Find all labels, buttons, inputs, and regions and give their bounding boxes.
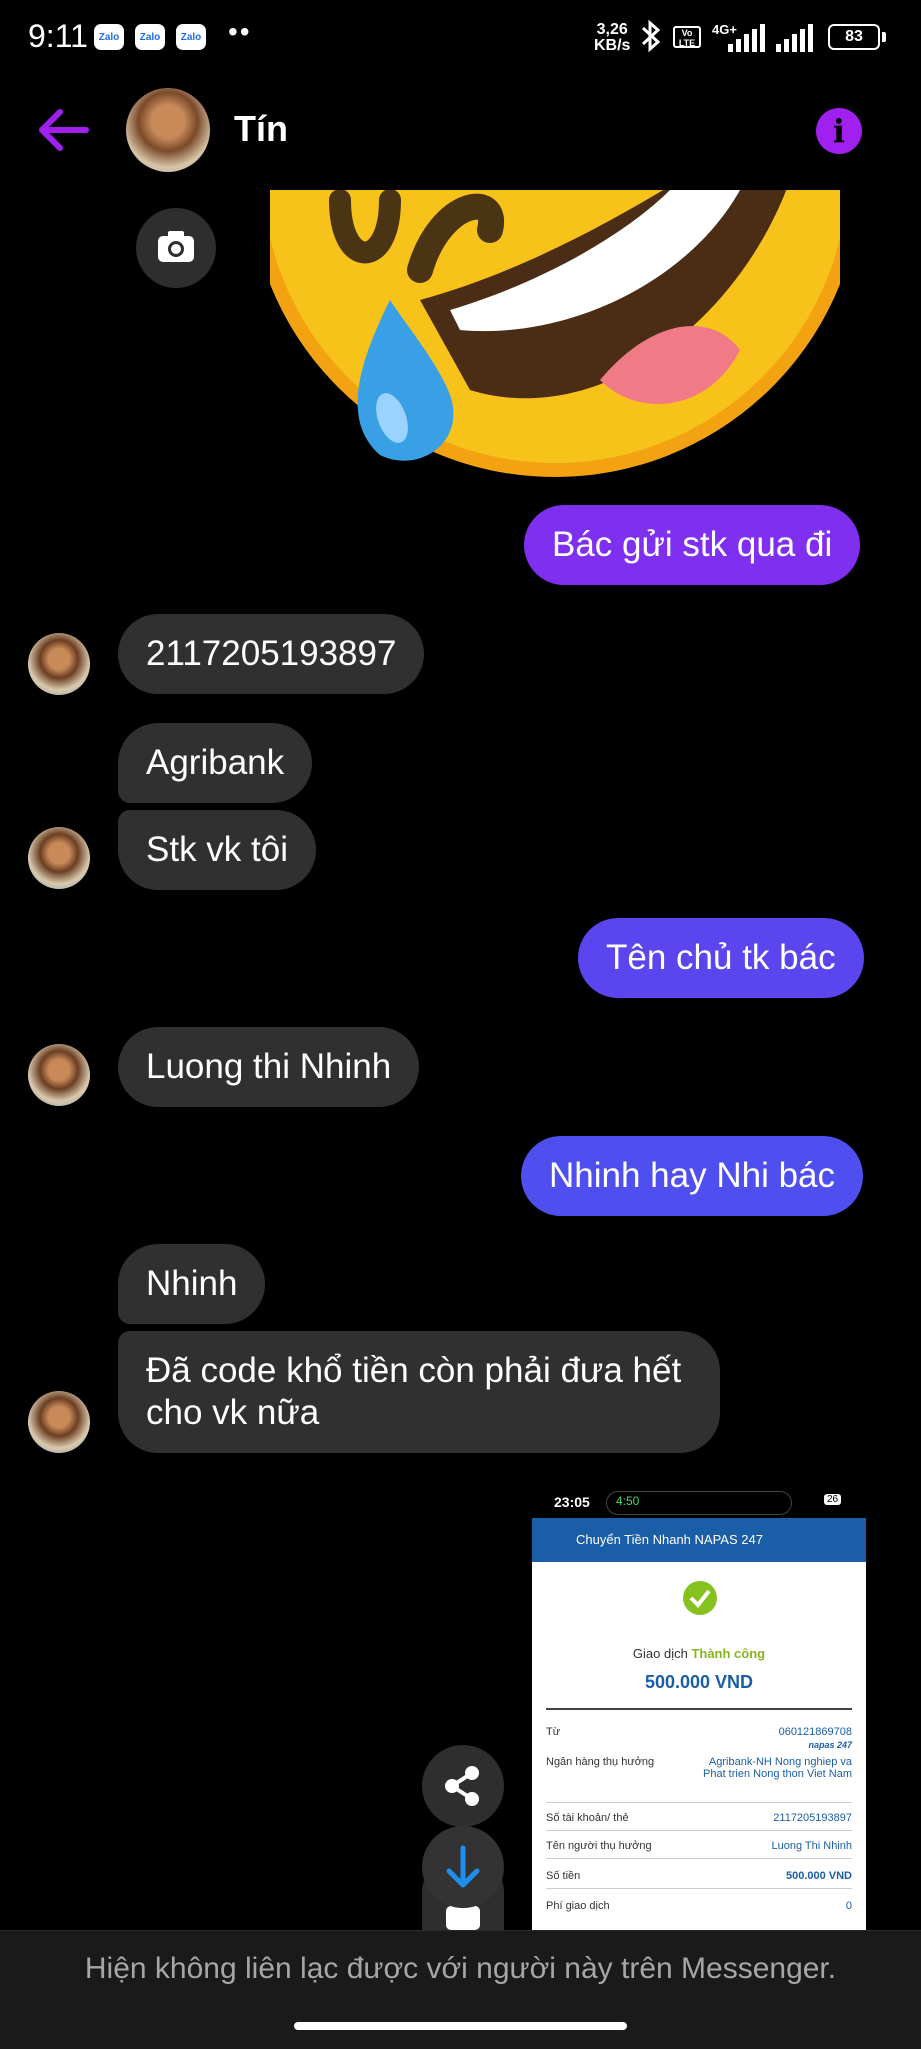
- battery-icon: 83: [828, 24, 880, 50]
- receipt-value: 2117205193897: [773, 1812, 852, 1824]
- receipt-value: 500.000 VND: [785, 1870, 852, 1882]
- contact-name[interactable]: Tín: [234, 108, 288, 150]
- share-icon: [445, 1766, 479, 1806]
- receipt-value: Agribank-NH Nong nghiep va Phat trien No…: [703, 1756, 852, 1780]
- info-button[interactable]: i: [816, 108, 862, 154]
- zalo-notification-icon: Zalo: [176, 24, 206, 50]
- status-time: 9:11: [28, 18, 88, 54]
- emoji-sticker[interactable]: [270, 190, 840, 480]
- signal-strength-icon: [776, 24, 816, 52]
- battery-tip: [882, 32, 886, 42]
- sender-avatar[interactable]: [28, 827, 90, 889]
- receipt-label: Từ: [546, 1726, 561, 1738]
- napas-logo: napas 247: [808, 1740, 852, 1750]
- receipt-amount: 500.000 VND: [644, 1672, 754, 1692]
- camera-icon: [158, 231, 194, 262]
- message-bubble-outgoing[interactable]: Nhinh hay Nhi bác: [521, 1136, 863, 1216]
- message-bubble-incoming[interactable]: 2117205193897: [118, 614, 425, 694]
- home-indicator[interactable]: [294, 2022, 627, 2030]
- sender-avatar[interactable]: [28, 633, 90, 695]
- receipt-result: Giao dịch Thành công: [632, 1646, 766, 1661]
- message-line: Đã code khổ tiền còn phải đưa hết: [146, 1351, 682, 1390]
- bluetooth-icon: [640, 19, 662, 59]
- message-bubble-incoming[interactable]: Đã code khổ tiền còn phải đưa hết cho vk…: [118, 1331, 720, 1453]
- receipt-value: 0: [845, 1900, 852, 1912]
- message-bubble-incoming[interactable]: Luong thi Nhinh: [118, 1027, 420, 1107]
- zalo-notification-icon: Zalo: [135, 24, 165, 50]
- receipt-label: Số tiền: [546, 1870, 581, 1882]
- zalo-notification-icon: Zalo: [94, 24, 124, 50]
- arrow-down-icon: [446, 1845, 480, 1888]
- receipt-battery: 26: [824, 1494, 842, 1505]
- receipt-label: Tên người thụ hưởng: [546, 1840, 652, 1852]
- share-button[interactable]: [422, 1745, 504, 1827]
- image-attachment-receipt[interactable]: 23:05 4:50 26 Chuyển Tiền Nhanh NAPAS 24…: [532, 1486, 866, 1930]
- sender-avatar[interactable]: [28, 1044, 90, 1106]
- back-button[interactable]: [36, 108, 90, 152]
- volte-icon: Vo LTE: [673, 26, 701, 48]
- message-bubble-incoming[interactable]: Stk vk tôi: [118, 810, 316, 890]
- composer-disabled-bar: [0, 1930, 921, 2049]
- receipt-value: 060121869708: [778, 1726, 852, 1738]
- more-notifications-icon: ••: [228, 16, 252, 47]
- network-speed: 3,26 KB/s: [594, 21, 631, 54]
- contact-avatar[interactable]: [126, 88, 210, 172]
- receipt-time: 23:05: [554, 1494, 590, 1510]
- receipt-label: Ngân hàng thụ hưởng: [546, 1756, 655, 1768]
- receipt-status-bar: 23:05 4:50 26: [532, 1486, 866, 1518]
- download-button[interactable]: [422, 1826, 504, 1908]
- receipt-call-time: 4:50: [616, 1494, 640, 1508]
- arrow-left-icon: [39, 109, 89, 151]
- receipt-title: Chuyển Tiền Nhanh NAPAS 247: [532, 1518, 866, 1562]
- camera-button[interactable]: [136, 208, 216, 288]
- signal-strength-icon: [728, 24, 768, 52]
- message-bubble-incoming[interactable]: Nhinh: [118, 1244, 266, 1324]
- unavailable-notice: Hiện không liên lạc được với người này t…: [84, 1952, 837, 1985]
- message-bubble-outgoing[interactable]: Bác gửi stk qua đi: [524, 505, 861, 585]
- message-bubble-outgoing[interactable]: Tên chủ tk bác: [578, 918, 864, 998]
- message-line: cho vk nữa: [146, 1393, 320, 1432]
- sender-avatar[interactable]: [28, 1391, 90, 1453]
- success-check-icon: [683, 1581, 717, 1615]
- receipt-label: Số tài khoản/ thẻ: [546, 1812, 629, 1824]
- message-bubble-incoming[interactable]: Agribank: [118, 723, 313, 803]
- receipt-label: Phí giao dịch: [546, 1900, 610, 1912]
- receipt-value: Luong Thi Nhinh: [771, 1840, 852, 1852]
